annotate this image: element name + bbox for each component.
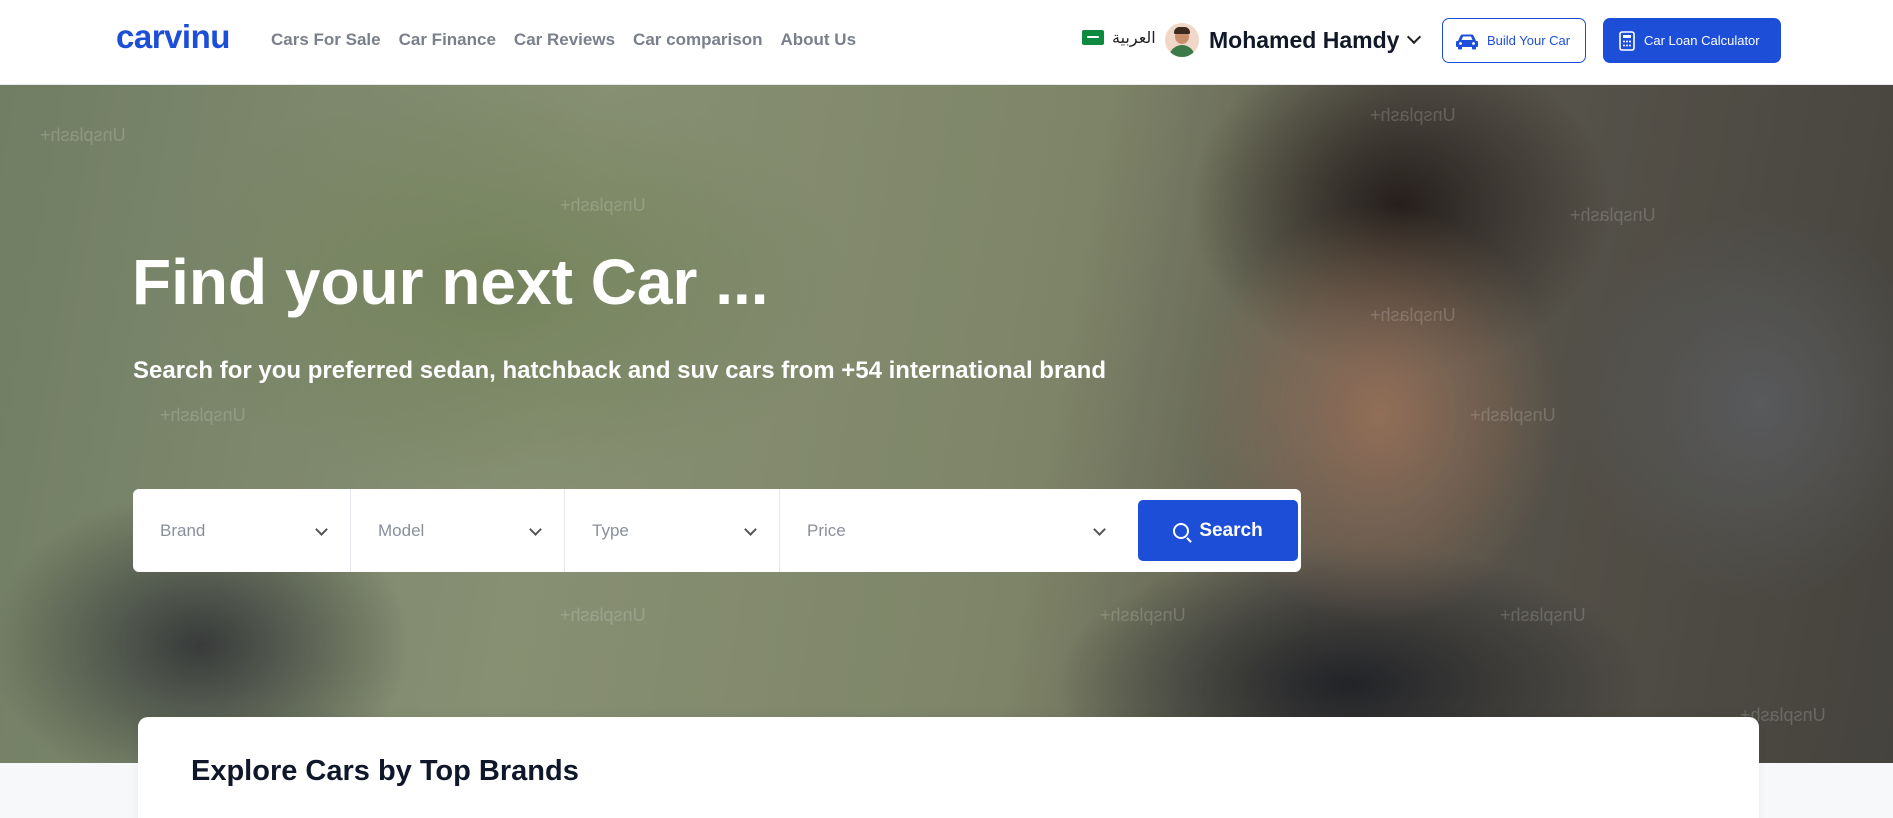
chevron-down-icon (315, 523, 328, 536)
brand-select[interactable]: Brand (133, 489, 351, 572)
calculator-icon (1619, 30, 1635, 51)
search-button[interactable]: Search (1138, 500, 1298, 561)
build-your-car-button[interactable]: Build Your Car (1442, 18, 1586, 63)
nav-cars-for-sale[interactable]: Cars For Sale (271, 30, 381, 50)
model-select[interactable]: Model (351, 489, 565, 572)
model-select-placeholder: Model (378, 520, 425, 540)
watermark-text: Unsplash+ (40, 125, 126, 145)
section-title: Explore Cars by Top Brands (191, 755, 579, 787)
car-icon (1456, 34, 1478, 49)
nav-about-us[interactable]: About Us (780, 30, 856, 50)
car-search-bar: Brand Model Type Price Search (133, 489, 1301, 572)
hero-subtitle: Search for you preferred sedan, hatchbac… (133, 357, 1106, 384)
user-menu[interactable]: Mohamed Hamdy (1165, 23, 1422, 57)
car-loan-calculator-button[interactable]: Car Loan Calculator (1603, 18, 1781, 63)
nav-car-comparison[interactable]: Car comparison (633, 30, 762, 50)
language-label: العربية (1112, 28, 1156, 47)
chevron-down-icon (744, 523, 757, 536)
watermark-text: Unsplash+ (560, 605, 646, 625)
search-button-label: Search (1199, 519, 1263, 541)
chevron-down-icon (1093, 523, 1106, 536)
language-switch[interactable]: العربية (1082, 28, 1156, 47)
avatar (1165, 23, 1199, 57)
chevron-down-icon (529, 523, 542, 536)
watermark-text: Unsplash+ (1370, 105, 1456, 125)
nav-car-finance[interactable]: Car Finance (399, 30, 496, 50)
top-brands-section: Explore Cars by Top Brands (138, 717, 1759, 818)
hero-image-overlay (0, 85, 1893, 763)
hero-title: Find your next Car ... (132, 246, 769, 318)
hero-banner: Unsplash+ Unsplash+ Unsplash+ Unsplash+ … (0, 85, 1893, 763)
build-your-car-label: Build Your Car (1487, 33, 1571, 48)
watermark-text: Unsplash+ (1570, 205, 1656, 225)
watermark-text: Unsplash+ (1370, 305, 1456, 325)
type-select[interactable]: Type (565, 489, 780, 572)
watermark-text: Unsplash+ (560, 195, 646, 215)
price-select-placeholder: Price (807, 520, 846, 540)
logo[interactable]: carvinu (116, 18, 230, 56)
watermark-text: Unsplash+ (1500, 605, 1586, 625)
search-icon (1173, 522, 1190, 539)
type-select-placeholder: Type (592, 520, 629, 540)
user-name: Mohamed Hamdy (1209, 26, 1400, 53)
watermark-text: Unsplash+ (160, 405, 246, 425)
car-loan-calculator-label: Car Loan Calculator (1644, 33, 1760, 48)
chevron-down-icon (1407, 29, 1422, 45)
main-nav: Cars For Sale Car Finance Car Reviews Ca… (271, 30, 856, 50)
price-select[interactable]: Price (780, 489, 1128, 572)
nav-car-reviews[interactable]: Car Reviews (514, 30, 615, 50)
watermark-text: Unsplash+ (1470, 405, 1556, 425)
brand-select-placeholder: Brand (160, 520, 206, 540)
top-navbar: carvinu Cars For Sale Car Finance Car Re… (0, 0, 1893, 85)
saudi-flag-icon (1082, 30, 1104, 45)
page: carvinu Cars For Sale Car Finance Car Re… (0, 0, 1893, 818)
watermark-text: Unsplash+ (1100, 605, 1186, 625)
